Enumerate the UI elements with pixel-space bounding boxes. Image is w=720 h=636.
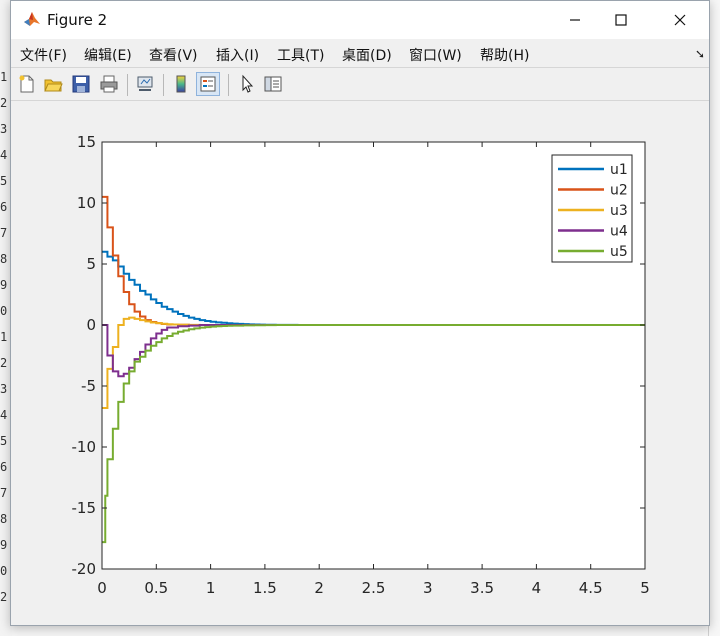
x-tick-label: 0 <box>97 579 107 597</box>
link-plot-icon[interactable] <box>133 72 157 96</box>
legend-label-u1: u1 <box>610 162 628 178</box>
x-tick-label: 1 <box>206 579 216 597</box>
menu-help[interactable]: 帮助(H) <box>480 45 529 65</box>
menu-file[interactable]: 文件(F) <box>20 45 67 65</box>
minimize-button[interactable] <box>552 1 598 39</box>
dock-arrow-icon[interactable]: ➘ <box>695 47 705 61</box>
y-tick-label: -15 <box>72 499 97 517</box>
y-tick-label: -20 <box>72 560 97 578</box>
print-icon[interactable] <box>97 72 121 96</box>
menu-edit[interactable]: 编辑(E) <box>84 45 132 65</box>
x-tick-label: 2.5 <box>362 579 386 597</box>
legend-label-u5: u5 <box>610 244 628 260</box>
menu-bar: 文件(F) 编辑(E) 查看(V) 插入(I) 工具(T) 桌面(D) 窗口(W… <box>11 39 709 67</box>
close-button[interactable] <box>657 1 703 39</box>
x-tick-label: 1.5 <box>253 579 277 597</box>
x-tick-label: 4.5 <box>579 579 603 597</box>
toolbar-separator <box>228 74 229 96</box>
legend-label-u3: u3 <box>610 203 628 219</box>
x-tick-label: 4 <box>532 579 542 597</box>
y-tick-label: 5 <box>86 255 96 273</box>
save-icon[interactable] <box>69 72 93 96</box>
y-tick-label: 0 <box>86 316 96 334</box>
menu-window[interactable]: 窗口(W) <box>409 45 462 65</box>
y-tick-label: -10 <box>72 438 97 456</box>
x-tick-label: 2 <box>314 579 324 597</box>
insert-colorbar-icon[interactable] <box>169 72 193 96</box>
y-tick-label: 15 <box>77 133 96 151</box>
window-title: Figure 2 <box>47 11 108 29</box>
matlab-logo-icon <box>23 10 41 28</box>
menu-view[interactable]: 查看(V) <box>149 45 198 65</box>
legend[interactable]: u1 u2 u3 u4 u5 <box>551 154 633 263</box>
pointer-icon[interactable] <box>235 72 259 96</box>
maximize-button[interactable] <box>598 1 644 39</box>
menu-desktop[interactable]: 桌面(D) <box>342 45 392 65</box>
insert-legend-icon[interactable] <box>196 72 220 96</box>
title-bar[interactable]: Figure 2 <box>11 1 709 39</box>
property-inspector-icon[interactable] <box>261 72 285 96</box>
figure-canvas: 0 0.5 1 1.5 2 2.5 3 3.5 4 4.5 5 15 10 5 0 -5 -10 -15 -20 u1… <box>11 101 709 625</box>
figure-toolbar <box>11 67 709 101</box>
menu-insert[interactable]: 插入(I) <box>216 45 259 65</box>
y-tick-label: 10 <box>77 194 96 212</box>
toolbar-separator <box>127 74 128 96</box>
x-tick-label: 5 <box>640 579 650 597</box>
plot-area[interactable]: 0 0.5 1 1.5 2 2.5 3 3.5 4 4.5 5 15 10 5 0 -5 -10 -15 -20 u1… <box>11 101 709 625</box>
legend-label-u4: u4 <box>610 224 628 240</box>
toolbar-separator <box>163 74 164 96</box>
open-file-icon[interactable] <box>41 72 65 96</box>
menu-tools[interactable]: 工具(T) <box>277 45 324 65</box>
figure-window: Figure 2 文件(F) 编辑(E) 查看(V) 插入(I) 工具(T) 桌… <box>10 0 710 626</box>
legend-label-u2: u2 <box>610 183 628 199</box>
new-figure-icon[interactable] <box>15 72 39 96</box>
x-tick-label: 3 <box>423 579 433 597</box>
x-tick-label: 3.5 <box>470 579 494 597</box>
x-tick-label: 0.5 <box>144 579 168 597</box>
y-tick-label: -5 <box>81 377 96 395</box>
